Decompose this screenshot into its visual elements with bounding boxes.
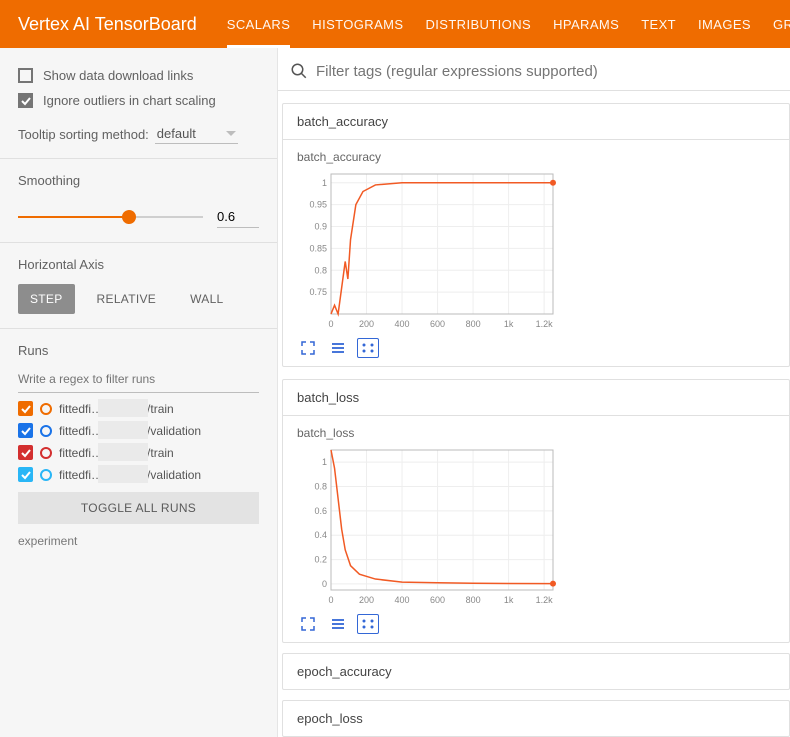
- svg-text:200: 200: [359, 595, 374, 605]
- svg-text:1k: 1k: [504, 319, 514, 329]
- group-header-batch-accuracy[interactable]: batch_accuracy: [283, 104, 789, 139]
- toggle-all-runs-button[interactable]: TOGGLE ALL RUNS: [18, 492, 259, 524]
- svg-text:400: 400: [395, 595, 410, 605]
- run-label: fittedfi…-203439/train: [59, 446, 174, 460]
- tag-filter-input[interactable]: [316, 63, 774, 80]
- tab-distributions[interactable]: DISTRIBUTIONS: [425, 0, 531, 48]
- svg-text:0: 0: [322, 579, 327, 589]
- chart-title-batch-loss: batch_loss: [297, 426, 775, 440]
- svg-text:200: 200: [359, 319, 374, 329]
- svg-text:1: 1: [322, 457, 327, 467]
- svg-text:600: 600: [430, 319, 445, 329]
- svg-text:1.2k: 1.2k: [536, 595, 554, 605]
- tab-text[interactable]: TEXT: [641, 0, 676, 48]
- run-checkbox[interactable]: [18, 467, 33, 482]
- svg-text:1.2k: 1.2k: [536, 319, 554, 329]
- svg-text:0.8: 0.8: [314, 482, 327, 492]
- list-icon[interactable]: [327, 338, 349, 358]
- show-download-checkbox[interactable]: [18, 68, 33, 83]
- svg-text:400: 400: [395, 319, 410, 329]
- nav-tabs: SCALARS HISTOGRAMS DISTRIBUTIONS HPARAMS…: [227, 0, 790, 48]
- show-download-label: Show data download links: [43, 68, 193, 83]
- svg-text:0.75: 0.75: [309, 287, 327, 297]
- run-radio[interactable]: [40, 403, 52, 415]
- fullscreen-icon[interactable]: [297, 338, 319, 358]
- svg-text:1k: 1k: [504, 595, 514, 605]
- ignore-outliers-label: Ignore outliers in chart scaling: [43, 93, 216, 108]
- group-epoch-loss[interactable]: epoch_loss: [282, 700, 790, 737]
- run-checkbox[interactable]: [18, 445, 33, 460]
- chart-batch-loss[interactable]: 0 0.2 0.4 0.6 0.8 1 0 200 400 600 800 1k 1.2k: [297, 446, 559, 606]
- svg-text:0.2: 0.2: [314, 555, 327, 565]
- runs-list: fittedfi…-165034/train fittedfi…-165034/v…: [18, 401, 259, 482]
- smoothing-input[interactable]: [217, 206, 259, 228]
- brand-title: Vertex AI TensorBoard: [18, 14, 197, 35]
- svg-text:0.9: 0.9: [314, 222, 327, 232]
- search-icon: [290, 62, 308, 80]
- group-batch-loss: batch_loss batch_loss 0 0.2 0.4 0.6 0.8 1 0 200…: [282, 379, 790, 643]
- axis-relative-button[interactable]: RELATIVE: [85, 284, 169, 314]
- svg-text:0.4: 0.4: [314, 530, 327, 540]
- tab-histograms[interactable]: HISTOGRAMS: [312, 0, 403, 48]
- tab-hparams[interactable]: HPARAMS: [553, 0, 619, 48]
- tab-scalars[interactable]: SCALARS: [227, 0, 291, 48]
- svg-text:0: 0: [328, 595, 333, 605]
- tooltip-sort-select[interactable]: default: [155, 124, 238, 144]
- chart-title-batch-accuracy: batch_accuracy: [297, 150, 775, 164]
- run-radio[interactable]: [40, 469, 52, 481]
- svg-text:0.85: 0.85: [309, 243, 327, 253]
- experiment-label: experiment: [18, 534, 259, 548]
- svg-text:0.6: 0.6: [314, 506, 327, 516]
- axis-wall-button[interactable]: WALL: [178, 284, 235, 314]
- sidebar: Show data download links Ignore outliers…: [0, 48, 278, 737]
- svg-text:1: 1: [322, 178, 327, 188]
- svg-text:600: 600: [430, 595, 445, 605]
- run-item[interactable]: fittedfi…-203439/train: [18, 445, 259, 460]
- horizontal-axis-label: Horizontal Axis: [18, 257, 259, 272]
- svg-text:0: 0: [328, 319, 333, 329]
- svg-text:800: 800: [466, 595, 481, 605]
- run-label: fittedfi…-203439/validation: [59, 468, 201, 482]
- group-batch-accuracy: batch_accuracy batch_accuracy 0.75 0.8 0.8…: [282, 103, 790, 367]
- run-label: fittedfi…-165034/validation: [59, 424, 201, 438]
- svg-text:0.95: 0.95: [309, 200, 327, 210]
- run-item[interactable]: fittedfi…-203439/validation: [18, 467, 259, 482]
- run-radio[interactable]: [40, 425, 52, 437]
- run-checkbox[interactable]: [18, 423, 33, 438]
- smoothing-label: Smoothing: [18, 173, 259, 188]
- group-header-batch-loss[interactable]: batch_loss: [283, 380, 789, 415]
- tooltip-sort-label: Tooltip sorting method:: [18, 127, 149, 142]
- fit-domain-icon[interactable]: [357, 614, 379, 634]
- main-panel: batch_accuracy batch_accuracy 0.75 0.8 0.8…: [278, 48, 790, 737]
- axis-step-button[interactable]: STEP: [18, 284, 75, 314]
- run-label: fittedfi…-165034/train: [59, 402, 174, 416]
- list-icon[interactable]: [327, 614, 349, 634]
- tab-graphs[interactable]: GRAPHS: [773, 0, 790, 48]
- run-item[interactable]: fittedfi…-165034/train: [18, 401, 259, 416]
- fullscreen-icon[interactable]: [297, 614, 319, 634]
- svg-text:800: 800: [466, 319, 481, 329]
- run-radio[interactable]: [40, 447, 52, 459]
- tab-images[interactable]: IMAGES: [698, 0, 751, 48]
- group-epoch-accuracy[interactable]: epoch_accuracy: [282, 653, 790, 690]
- chart-batch-accuracy[interactable]: 0.75 0.8 0.85 0.9 0.95 1 0 200 400 600 800 1k 1.2k: [297, 170, 559, 330]
- runs-label: Runs: [18, 343, 259, 358]
- ignore-outliers-checkbox[interactable]: [18, 93, 33, 108]
- app-header: Vertex AI TensorBoard SCALARS HISTOGRAMS…: [0, 0, 790, 48]
- chevron-down-icon: [226, 131, 236, 137]
- run-item[interactable]: fittedfi…-165034/validation: [18, 423, 259, 438]
- tooltip-sort-value: default: [157, 126, 196, 141]
- svg-text:0.8: 0.8: [314, 265, 327, 275]
- smoothing-slider[interactable]: [18, 216, 203, 218]
- fit-domain-icon[interactable]: [357, 338, 379, 358]
- run-checkbox[interactable]: [18, 401, 33, 416]
- runs-filter-input[interactable]: [18, 366, 259, 393]
